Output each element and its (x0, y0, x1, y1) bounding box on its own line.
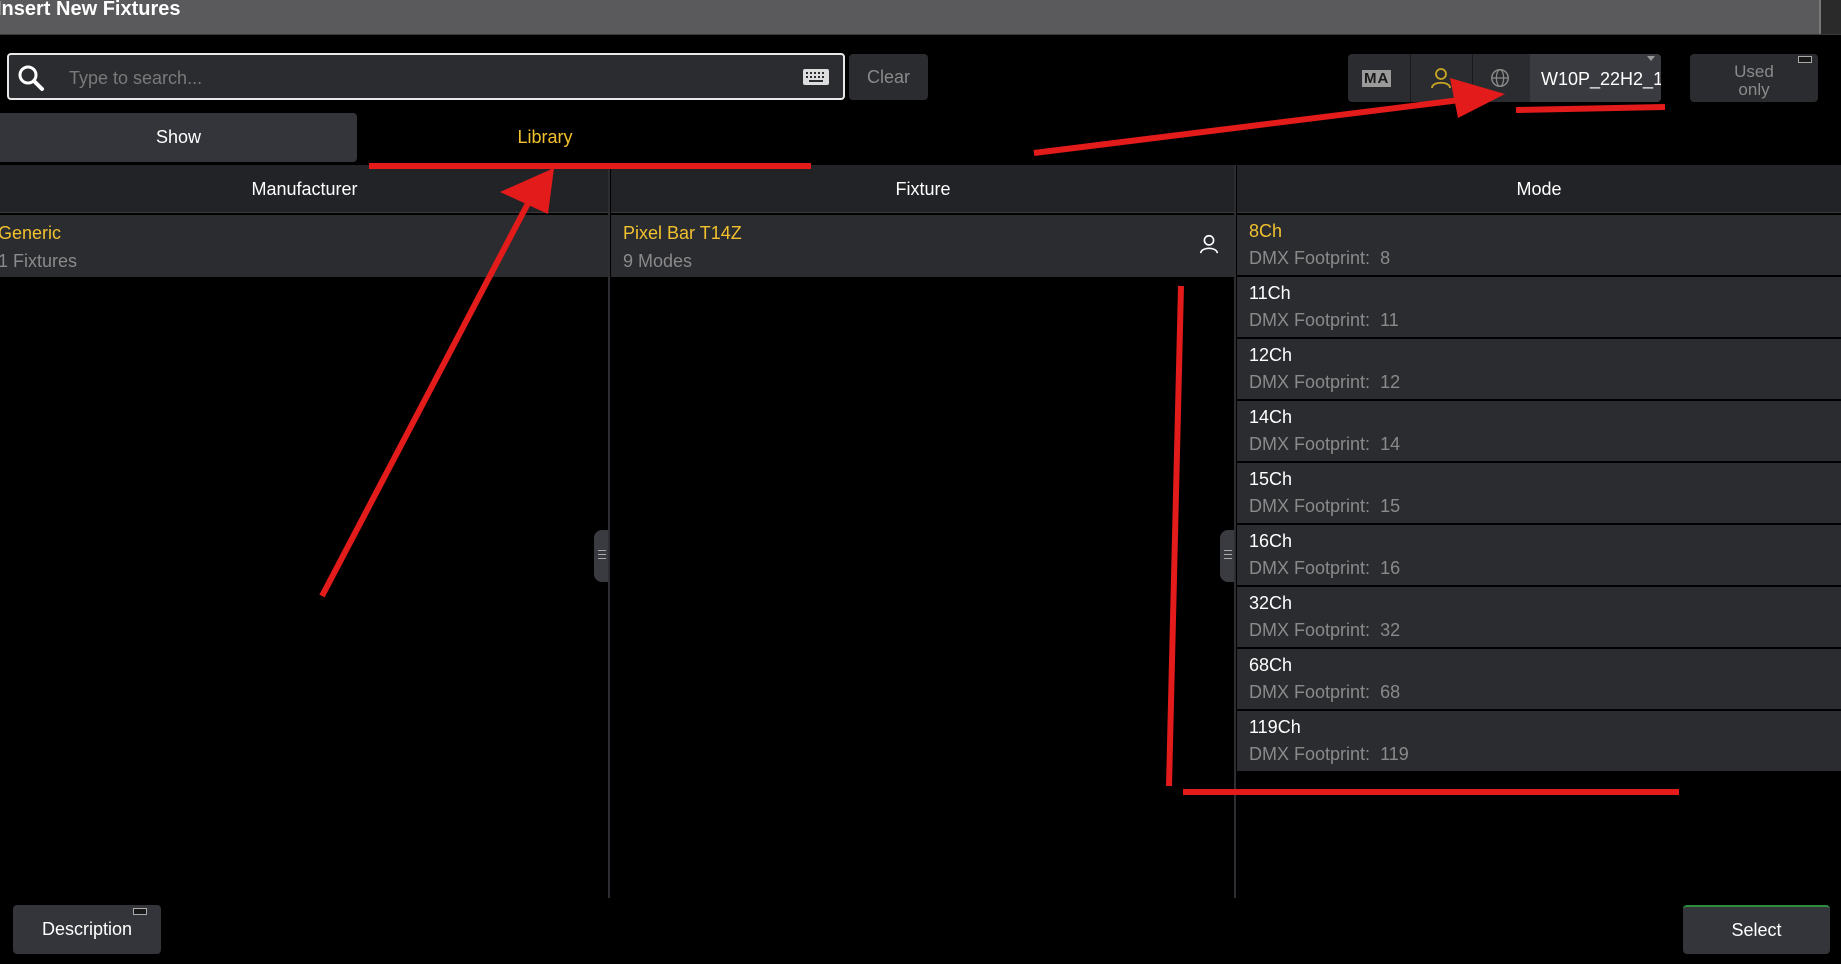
close-button[interactable] (1819, 0, 1841, 34)
mode-footprint: DMX Footprint: 32 (1249, 620, 1401, 640)
source-name-button[interactable]: W10P_22H2_1 (1530, 54, 1661, 102)
mode-item-15ch[interactable]: 15Ch DMX Footprint: 15 (1237, 463, 1841, 523)
mode-item-119ch[interactable]: 119Ch DMX Footprint: 119 (1237, 711, 1841, 771)
fixture-detail: 9 Modes (623, 251, 693, 271)
used-only-button[interactable]: Used only (1690, 54, 1818, 102)
user-filter-button[interactable] (1410, 54, 1473, 102)
source-arrow-shaft (1033, 97, 1461, 156)
column-divider (1234, 165, 1236, 898)
mode-name: 119Ch (1249, 717, 1301, 737)
window-title: Insert New Fixtures (0, 0, 181, 20)
ma-logo-icon: MA (1362, 70, 1392, 87)
toggle-indicator-icon (1798, 56, 1812, 63)
user-icon (1199, 234, 1219, 254)
manufacturer-detail: 1 Fixtures (0, 251, 78, 271)
mode-footprint: DMX Footprint: 8 (1249, 248, 1391, 268)
mode-name: 11Ch (1249, 283, 1291, 303)
mode-name: 32Ch (1249, 593, 1293, 613)
mode-item-11ch[interactable]: 11Ch DMX Footprint: 11 (1237, 277, 1841, 337)
used-only-label-1: Used (1734, 62, 1774, 81)
clear-button[interactable]: Clear (849, 54, 928, 100)
mode-name: 12Ch (1249, 345, 1293, 365)
tab-library[interactable]: Library (357, 113, 733, 162)
manufacturer-item[interactable]: Generic 1 Fixtures (0, 215, 608, 277)
mode-item-32ch[interactable]: 32Ch DMX Footprint: 32 (1237, 587, 1841, 647)
mode-footprint: DMX Footprint: 15 (1249, 496, 1401, 516)
mode-name: 14Ch (1249, 407, 1293, 427)
source-underline-mark (1515, 104, 1666, 113)
description-label: Description (41, 919, 133, 939)
description-button[interactable]: Description (13, 905, 161, 954)
tab-show[interactable]: Show (0, 113, 357, 162)
search-icon (18, 65, 44, 91)
resize-handle[interactable] (1220, 530, 1234, 582)
mode-list: 8Ch DMX Footprint: 8 11Ch DMX Footprint:… (1237, 215, 1841, 773)
select-button[interactable]: Select (1683, 905, 1830, 954)
mode-item-68ch[interactable]: 68Ch DMX Footprint: 68 (1237, 649, 1841, 709)
manufacturer-column-header: Manufacturer (0, 165, 609, 213)
mode-item-12ch[interactable]: 12Ch DMX Footprint: 12 (1237, 339, 1841, 399)
mode-bracket-vertical-mark (1166, 285, 1184, 787)
fixture-column-header: Fixture (611, 165, 1235, 213)
mode-name: 8Ch (1249, 221, 1283, 241)
column-divider (608, 165, 610, 898)
mode-footprint: DMX Footprint: 68 (1249, 682, 1401, 702)
mode-name: 15Ch (1249, 469, 1293, 489)
mode-footprint: DMX Footprint: 12 (1249, 372, 1401, 392)
ma-filter-button[interactable]: MA (1348, 54, 1411, 102)
manufacturer-name: Generic (0, 223, 62, 243)
mode-footprint: DMX Footprint: 11 (1249, 310, 1399, 330)
mode-item-8ch[interactable]: 8Ch DMX Footprint: 8 (1237, 215, 1841, 275)
source-toolbar: MA W10P_22H2_1 (1348, 54, 1661, 102)
mode-item-14ch[interactable]: 14Ch DMX Footprint: 14 (1237, 401, 1841, 461)
source-name-label: W10P_22H2_1 (1541, 69, 1661, 89)
mode-name: 16Ch (1249, 531, 1293, 551)
mode-column-header: Mode (1237, 165, 1841, 213)
used-only-label-2: only (1738, 80, 1770, 99)
fixture-name: Pixel Bar T14Z (623, 223, 742, 243)
search-box[interactable] (7, 53, 845, 100)
resize-handle[interactable] (594, 530, 608, 582)
search-input[interactable] (67, 63, 771, 93)
toggle-indicator-icon (133, 908, 147, 915)
mode-footprint: DMX Footprint: 14 (1249, 434, 1401, 454)
globe-icon (1491, 69, 1509, 87)
mode-item-16ch[interactable]: 16Ch DMX Footprint: 16 (1237, 525, 1841, 585)
mode-name: 68Ch (1249, 655, 1293, 675)
mode-footprint: DMX Footprint: 16 (1249, 558, 1401, 578)
mode-footprint: DMX Footprint: 119 (1249, 744, 1409, 764)
title-bar: Insert New Fixtures (0, 0, 1841, 35)
dropdown-indicator-icon (1647, 56, 1655, 61)
fixture-item[interactable]: Pixel Bar T14Z 9 Modes (611, 215, 1234, 277)
keyboard-icon[interactable] (803, 69, 829, 85)
globe-filter-button[interactable] (1472, 54, 1531, 102)
user-icon (1431, 68, 1451, 89)
